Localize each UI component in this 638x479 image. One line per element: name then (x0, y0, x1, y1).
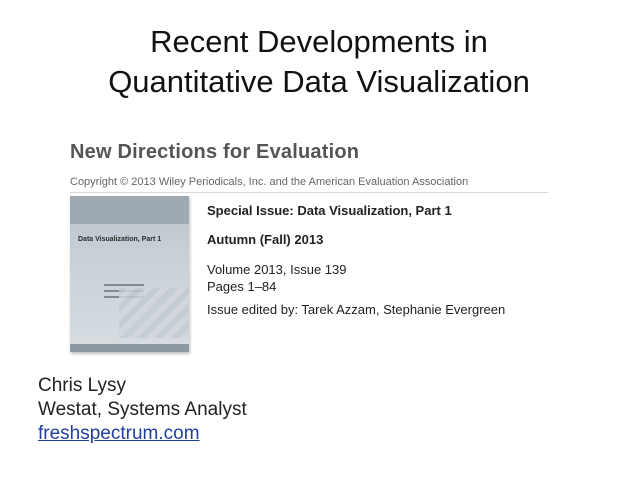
journal-copyright: Copyright © 2013 Wiley Periodicals, Inc.… (70, 176, 469, 188)
issue-pages: Pages 1–84 (207, 279, 277, 294)
author-affiliation: Westat, Systems Analyst (38, 399, 247, 420)
author-website-link[interactable]: freshspectrum.com (38, 422, 247, 446)
cover-footer-band (70, 344, 189, 352)
special-issue-title: Special Issue: Data Visualization, Part … (207, 203, 452, 218)
cover-header-band (70, 196, 189, 224)
author-block: Chris Lysy Westat, Systems Analyst fresh… (38, 374, 247, 446)
issue-season: Autumn (Fall) 2013 (207, 232, 324, 247)
slide-title-line-1: Recent Developments in (150, 24, 488, 59)
slide-title: Recent Developments in Quantitative Data… (0, 22, 638, 102)
author-name: Chris Lysy (38, 375, 126, 396)
slide-title-line-2: Quantitative Data Visualization (108, 64, 530, 99)
journal-cover-image: Data Visualization, Part 1 (70, 196, 189, 352)
journal-name: New Directions for Evaluation (70, 141, 360, 163)
issue-volume: Volume 2013, Issue 139 (207, 262, 347, 277)
issue-editors: Issue edited by: Tarek Azzam, Stephanie … (207, 302, 506, 317)
cover-label: Data Visualization, Part 1 (78, 236, 162, 243)
divider (70, 192, 548, 193)
cover-pattern (119, 288, 189, 338)
